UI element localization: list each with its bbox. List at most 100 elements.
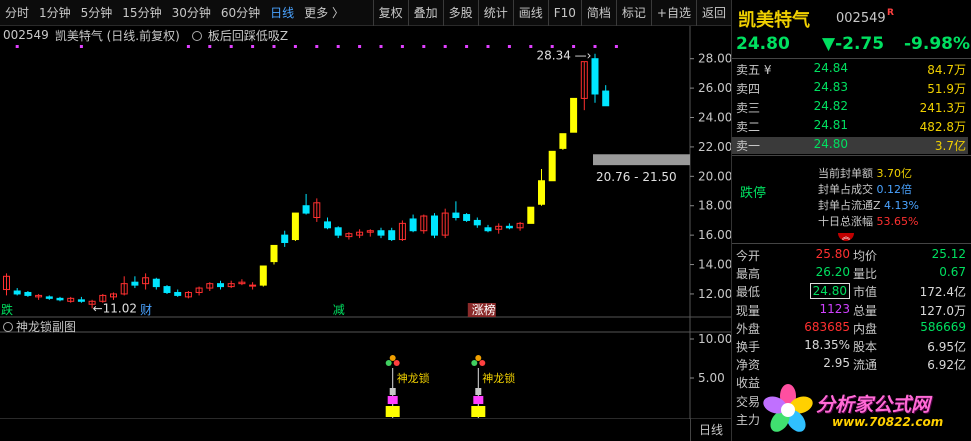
candle-body (77, 299, 85, 302)
toolbar-item-6[interactable]: 日线 (265, 0, 299, 26)
ask-row[interactable]: 卖二 24.81 482.8万 (732, 118, 968, 135)
ask-price: 24.84 (813, 61, 848, 75)
stat-label: 交易 (736, 394, 761, 409)
limit-line-value: 53.65% (873, 215, 919, 228)
candle-body (602, 90, 610, 107)
toolbar-item-2[interactable]: 5分钟 (76, 0, 118, 26)
top-marker (186, 45, 190, 48)
ask-price: 24.80 (813, 137, 848, 151)
divider (732, 58, 971, 59)
toolbar-item-10[interactable]: 多股 (442, 0, 478, 26)
limit-line-label: 封单占成交 (818, 183, 873, 196)
toolbar-item-9[interactable]: 叠加 (407, 0, 443, 26)
toolbar-item-3[interactable]: 15分钟 (117, 0, 166, 26)
toolbar-item-8[interactable]: 复权 (372, 0, 408, 26)
low-label: ←11.02 (93, 301, 137, 315)
stat-label: 内盘 (853, 321, 878, 336)
top-marker (443, 45, 447, 48)
toolbar-item-5[interactable]: 60分钟 (216, 0, 265, 26)
ask-row[interactable]: 卖三 24.82 241.3万 (732, 99, 968, 116)
toolbar-item-15[interactable]: 标记 (615, 0, 651, 26)
top-marker (400, 45, 404, 48)
toolbar-item-17[interactable]: 返回 (695, 0, 731, 26)
y-tick-label: 18.00 (698, 199, 731, 213)
toolbar-item-14[interactable]: 简档 (580, 0, 616, 26)
top-marker (208, 45, 212, 48)
top-marker (336, 45, 340, 48)
ask-volume: 482.8万 (919, 120, 966, 134)
toolbar-item-4[interactable]: 30分钟 (167, 0, 216, 26)
top-marker (507, 45, 511, 48)
stat-value: 6.92亿 (927, 358, 966, 373)
limit-line: 封单占流通Z 4.13% (818, 197, 919, 213)
period-day-button[interactable]: 日线 (690, 419, 731, 441)
limit-line: 十日总涨幅 53.65% (818, 213, 918, 229)
candle-body (538, 180, 545, 205)
top-marker (529, 45, 533, 48)
event-tag: 涨榜 (472, 302, 496, 317)
y-tick-label: 28.00 (698, 52, 731, 66)
toolbar-item-1[interactable]: 1分钟 (34, 0, 76, 26)
stock-app: 分时 1分钟 5分钟 15分钟 30分钟 60分钟 日线 更多 〉复权 叠加 多股 统计 画线 F10 简… (0, 0, 971, 441)
range-label: 20.76 - 21.50 (596, 170, 677, 184)
watermark-url: www.70822.com (832, 415, 944, 429)
visibility-icon[interactable] (3, 322, 13, 332)
top-marker (593, 45, 597, 48)
toolbar-item-0[interactable]: 分时 (0, 0, 34, 26)
top-marker (15, 45, 19, 48)
stat-label: 流通 (853, 358, 878, 373)
toolbar-item-16[interactable]: +自选 (650, 0, 696, 26)
toolbar-item-11[interactable]: 统计 (477, 0, 513, 26)
candle-body (484, 227, 492, 232)
signal-mid (387, 396, 398, 404)
event-tag: 减 (333, 303, 345, 317)
signal-dot (471, 360, 478, 366)
limit-line-value: 4.13% (880, 199, 919, 212)
stock-code: 002549 (836, 11, 886, 26)
sub-y-tick-label: 10.00 (698, 332, 731, 346)
kline-chart[interactable]: 12.00 14.00 16.00 18.00 20.00 22.00 24.00 26.00… (0, 26, 731, 419)
stat-value: 25.80 (815, 247, 850, 261)
candle-body (452, 212, 460, 218)
ask-price: 24.81 (813, 118, 848, 132)
ask-row[interactable]: 卖一 24.80 3.7亿 (732, 137, 968, 154)
limit-info: 跌停 当前封单额 3.70亿 封单占成交 0.12倍 封单占流通Z 4.13% 十日总… (732, 160, 971, 241)
candle-body (570, 97, 578, 133)
stat-value: 683685 (804, 319, 850, 334)
limit-line-label: 当前封单额 (818, 167, 873, 180)
toolbar-item-13[interactable]: F10 (547, 0, 581, 26)
ask-label: 卖二 (736, 120, 761, 134)
signal-dot (389, 355, 396, 361)
price-change: ▼-2.75 (822, 34, 885, 54)
sub-chart-title: 神龙锁副图 (16, 320, 77, 334)
collapse-toggle[interactable]: ︽ (838, 233, 854, 241)
ask-row[interactable]: 卖五 ¥ 24.84 84.7万 (732, 61, 968, 78)
stat-row: 现量 1123 总量 127.0万 (732, 302, 968, 320)
candle-body (548, 150, 556, 182)
candle-body (302, 205, 310, 214)
stat-value: 26.20 (815, 265, 850, 280)
ask-volume: 3.7亿 (934, 139, 966, 153)
top-marker (79, 45, 83, 48)
top-marker (251, 45, 255, 48)
toolbar-item-7[interactable]: 更多 〉 (299, 0, 349, 26)
top-marker (229, 45, 233, 48)
ask-label: 卖四 (736, 82, 761, 96)
limit-line: 封单占成交 0.12倍 (818, 181, 912, 197)
candle-body (527, 206, 535, 224)
candle-body (291, 212, 299, 241)
stat-label: 股本 (853, 340, 878, 354)
event-tag: 跌 (1, 302, 13, 317)
stat-value: 127.0万 (919, 303, 966, 318)
divider (732, 243, 971, 244)
stat-label: 换手 (736, 340, 761, 354)
toolbar-item-12[interactable]: 画线 (512, 0, 548, 26)
stat-label: 净资 (736, 358, 761, 373)
ask-price: 24.82 (813, 99, 848, 113)
candle-body (24, 291, 32, 296)
event-tag: 财 (140, 303, 152, 317)
high-label: 28.34 —› (537, 49, 592, 63)
candle-body (388, 230, 396, 241)
price-change-pct: -9.98% (904, 34, 971, 54)
ask-row[interactable]: 卖四 24.83 51.9万 (732, 80, 968, 97)
